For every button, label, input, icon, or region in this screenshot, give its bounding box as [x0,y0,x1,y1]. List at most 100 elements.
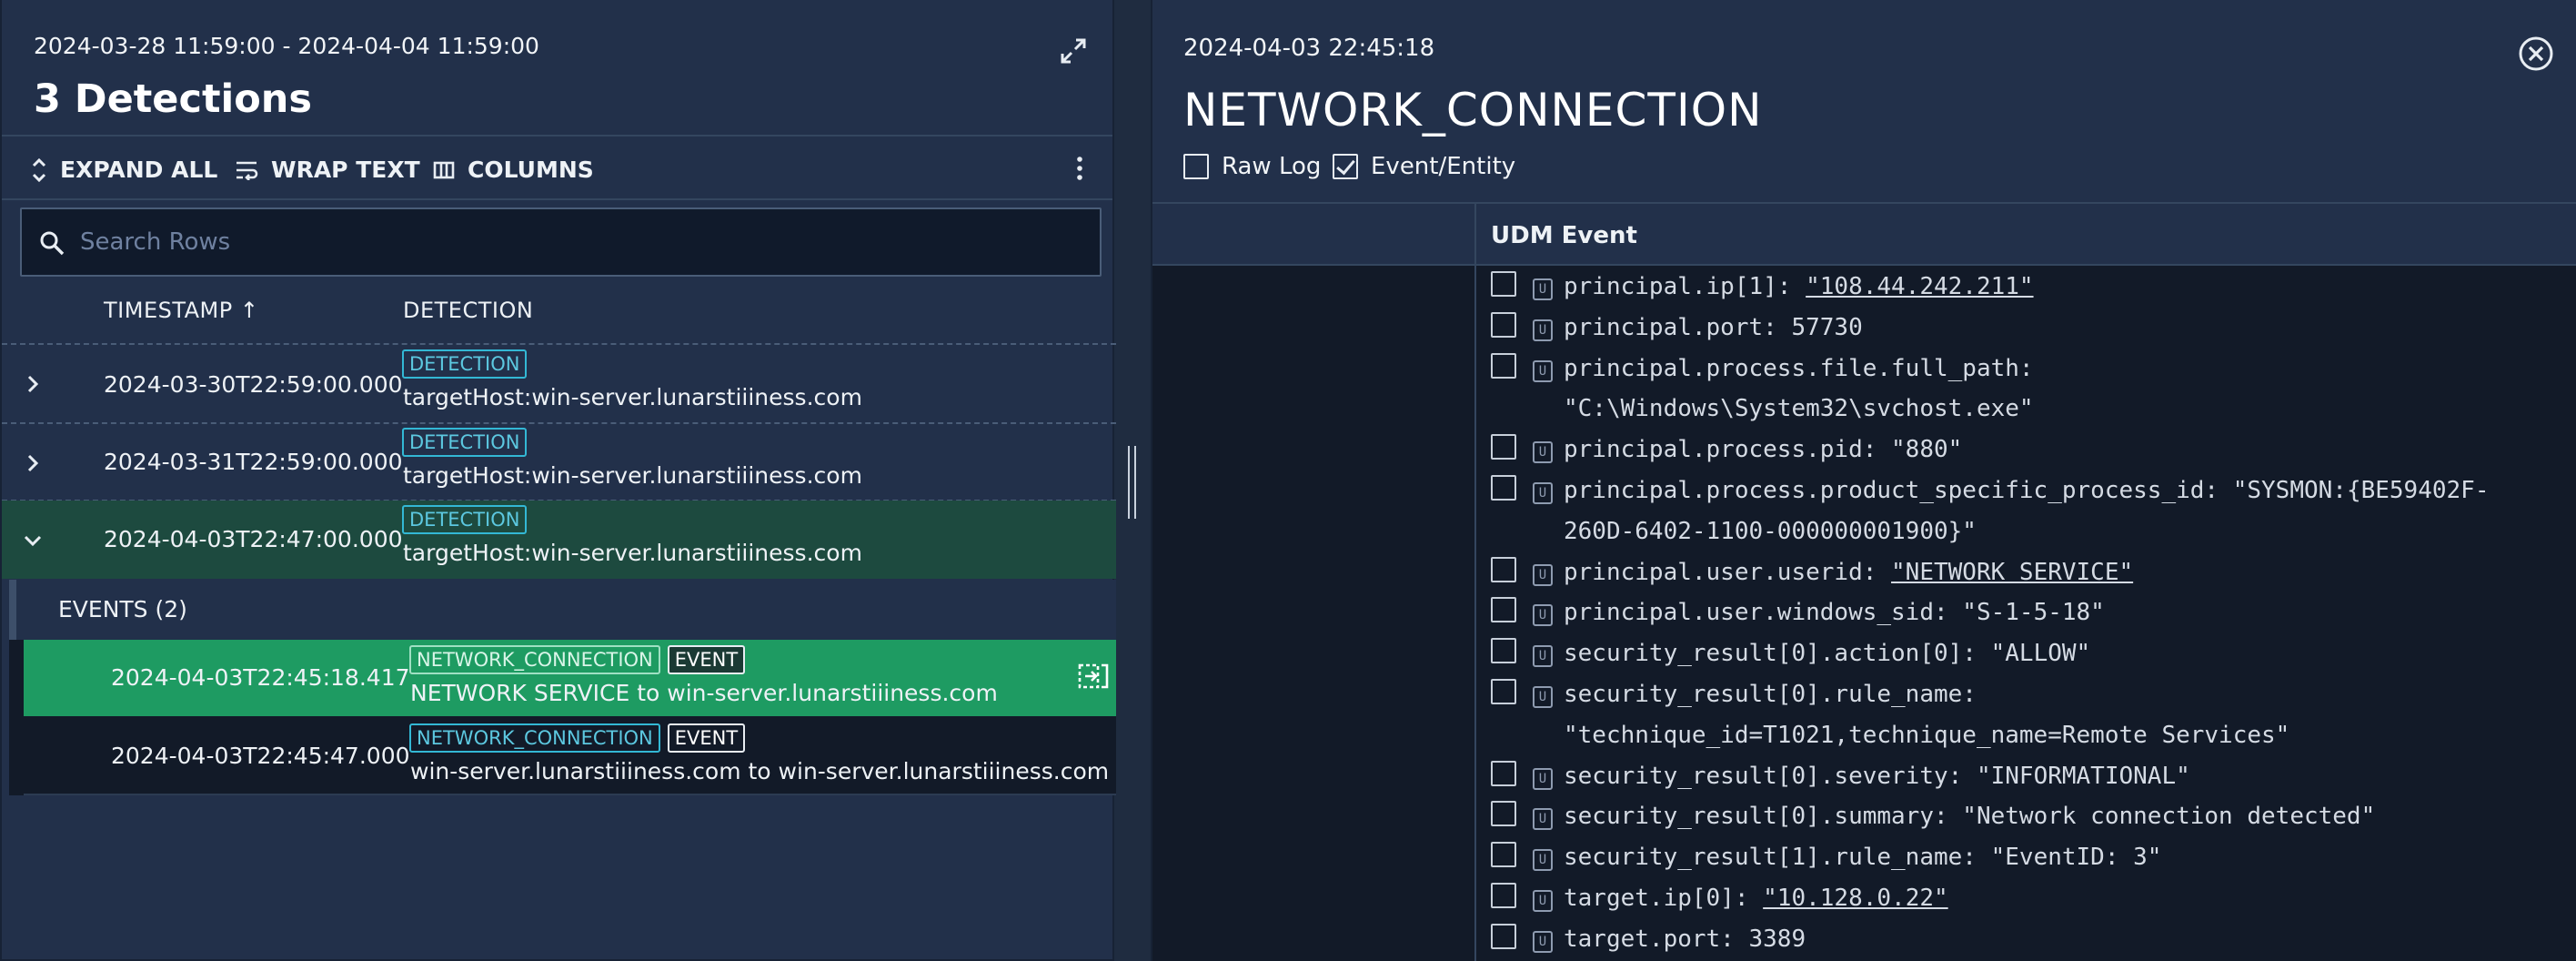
udm-field-key: principal.process.product_specific_proce… [1564,477,2233,504]
udm-field-value: "INFORMATIONAL" [1976,762,2190,790]
field-checkbox[interactable] [1491,434,1516,460]
udm-field-row: Utarget.ip[0]: "10.128.0.22" [1476,879,2576,919]
field-checkbox[interactable] [1491,883,1516,908]
expand-all-label: EXPAND ALL [60,157,218,183]
expand-all-button[interactable]: EXPAND ALL [31,157,217,183]
udm-field-text: security_result[0].rule_name: [1564,681,1977,708]
udm-field-value-link[interactable]: "NETWORK SERVICE" [1891,559,2133,586]
search-icon [40,231,65,256]
udm-field-list: Uprincipal.ip[1]: "108.44.242.211" Uprinc… [1476,266,2576,961]
detection-timestamp: 2024-03-31T22:59:00.000 [104,449,403,475]
event-row-active[interactable]: 2024-04-03T22:45:18.417 NETWORK_CONNECTI… [24,640,1116,716]
event-type-badge: NETWORK_CONNECTION [409,723,660,753]
raw-log-label: Raw Log [1222,153,1322,180]
udm-field-value: "ALLOW" [1990,640,2091,668]
udm-field-text: security_result[1].rule_name: "EventID: … [1564,844,2161,871]
columns-icon [433,161,455,178]
udm-field-value: "SYSMON:{BE59402F- [2232,477,2490,504]
detection-row[interactable]: 2024-03-30T22:59:00.000 DETECTION target… [2,344,1116,422]
udm-field-value-link[interactable]: "10.128.0.22" [1763,885,1948,912]
udm-field-key: principal.port: [1564,313,1792,341]
udm-field-badge: U [1533,686,1553,708]
columns-label: COLUMNS [468,157,594,183]
udm-field-value: "EventID: 3" [1990,844,2162,872]
udm-field-text: security_result[0].summary: "Network con… [1564,803,2375,830]
udm-field-key: security_result[0].summary: [1564,803,1963,831]
column-header-detection[interactable]: DETECTION [403,298,533,323]
event-timestamp-header: 2024-04-03 22:45:18 [1183,35,1435,62]
udm-field-badge: U [1533,767,1553,790]
chevron-right-icon[interactable] [20,450,45,476]
udm-field-text: principal.process.file.full_path: [1564,355,2034,382]
column-header-timestamp[interactable]: TIMESTAMP ↑ [104,298,258,323]
udm-field-text: principal.user.userid: "NETWORK SERVICE" [1564,559,2133,586]
event-entity-label: Event/Entity [1371,153,1516,180]
field-checkbox[interactable] [1491,760,1516,786]
field-checkbox[interactable] [1491,556,1516,582]
field-checkbox[interactable] [1491,801,1516,827]
udm-field-value: "Network connection detected" [1962,803,2376,831]
field-checkbox[interactable] [1491,311,1516,338]
event-row[interactable]: 2024-04-03T22:45:47.000 NETWORK_CONNECTI… [24,718,1116,794]
expand-icon[interactable] [1059,36,1088,66]
detections-header: 2024-03-28 11:59:00 - 2024-04-04 11:59:0… [2,0,1112,137]
event-entity-checkbox-box[interactable] [1333,154,1358,179]
field-checkbox[interactable] [1491,352,1516,379]
search-input[interactable] [80,222,1081,262]
field-checkbox[interactable] [1491,597,1516,623]
field-checkbox[interactable] [1491,923,1516,949]
field-checkbox[interactable] [1491,475,1516,501]
udm-field-value-continued: "C:\Windows\System32\svchost.exe" [1564,395,2034,423]
events-subtable: EVENTS (2) 2024-04-03T22:45:18.417 NETWO… [9,580,1116,795]
udm-field-badge: U [1533,849,1553,872]
udm-field-badge: U [1533,563,1553,586]
wrap-text-button[interactable]: WRAP TEXT [235,157,420,183]
more-options-icon[interactable] [1073,155,1086,182]
columns-button[interactable]: COLUMNS [433,157,594,183]
udm-field-badge: U [1533,645,1553,668]
raw-log-checkbox-box[interactable] [1183,154,1209,179]
udm-field-value-link[interactable]: "108.44.242.211" [1806,273,2033,300]
event-description: win-server.lunarstiiiness.com to win-ser… [410,758,1110,784]
detection-target: targetHost:win-server.lunarstiiiness.com [403,384,862,410]
event-type-badge: NETWORK_CONNECTION [409,645,660,674]
field-checkbox[interactable] [1491,638,1516,664]
udm-left-column [1152,266,1474,961]
open-panel-icon[interactable] [1078,662,1109,691]
wrap-text-icon [236,161,258,180]
chevron-down-icon[interactable] [20,528,45,553]
detection-row-selected[interactable]: 2024-04-03T22:47:00.000 DETECTION target… [2,501,1116,579]
udm-field-key: security_result[0].action[0]: [1564,640,1991,668]
event-entity-checkbox[interactable]: Event/Entity [1333,153,1515,180]
field-checkbox[interactable] [1491,679,1516,704]
udm-field-text: principal.process.product_specific_proce… [1564,477,2489,504]
panel-resize-handle[interactable] [1128,446,1137,519]
udm-field-row: Utarget.port: 3389 [1476,920,2576,960]
raw-log-checkbox[interactable]: Raw Log [1183,153,1321,180]
udm-field-key: security_result[1].rule_name: [1564,844,1991,872]
detection-badge: DETECTION [402,349,528,379]
app-root: 2024-03-28 11:59:00 - 2024-04-04 11:59:0… [0,0,2576,961]
udm-field-text: principal.process.pid: "880" [1564,436,1962,463]
udm-field-value: "S-1-5-18" [1962,599,2105,627]
udm-field-row: Usecurity_result[0].summary: "Network co… [1476,797,2576,837]
detection-badge: DETECTION [402,505,528,534]
close-icon[interactable] [2517,35,2555,73]
udm-header-label: UDM Event [1491,222,1637,249]
udm-field-text: principal.user.windows_sid: "S-1-5-18" [1564,599,2105,626]
udm-field-badge: U [1533,604,1553,627]
divider [24,794,1116,795]
field-checkbox[interactable] [1491,842,1516,868]
udm-field-key: security_result[0].rule_name: [1564,681,1977,708]
udm-field-row: Uprincipal.process.file.full_path: [1476,349,2576,389]
udm-field-text: target.port: 3389 [1564,926,1806,953]
detection-timestamp: 2024-04-03T22:47:00.000 [104,526,403,552]
udm-field-badge: U [1533,890,1553,912]
detection-row[interactable]: 2024-03-31T22:59:00.000 DETECTION target… [2,423,1116,501]
udm-field-badge: U [1533,808,1553,831]
chevron-right-icon[interactable] [20,371,45,397]
field-checkbox[interactable] [1491,271,1516,297]
udm-header: UDM Event [1152,202,2576,266]
udm-field-key: target.port: [1564,925,1749,953]
udm-field-key: principal.user.windows_sid: [1564,599,1963,627]
